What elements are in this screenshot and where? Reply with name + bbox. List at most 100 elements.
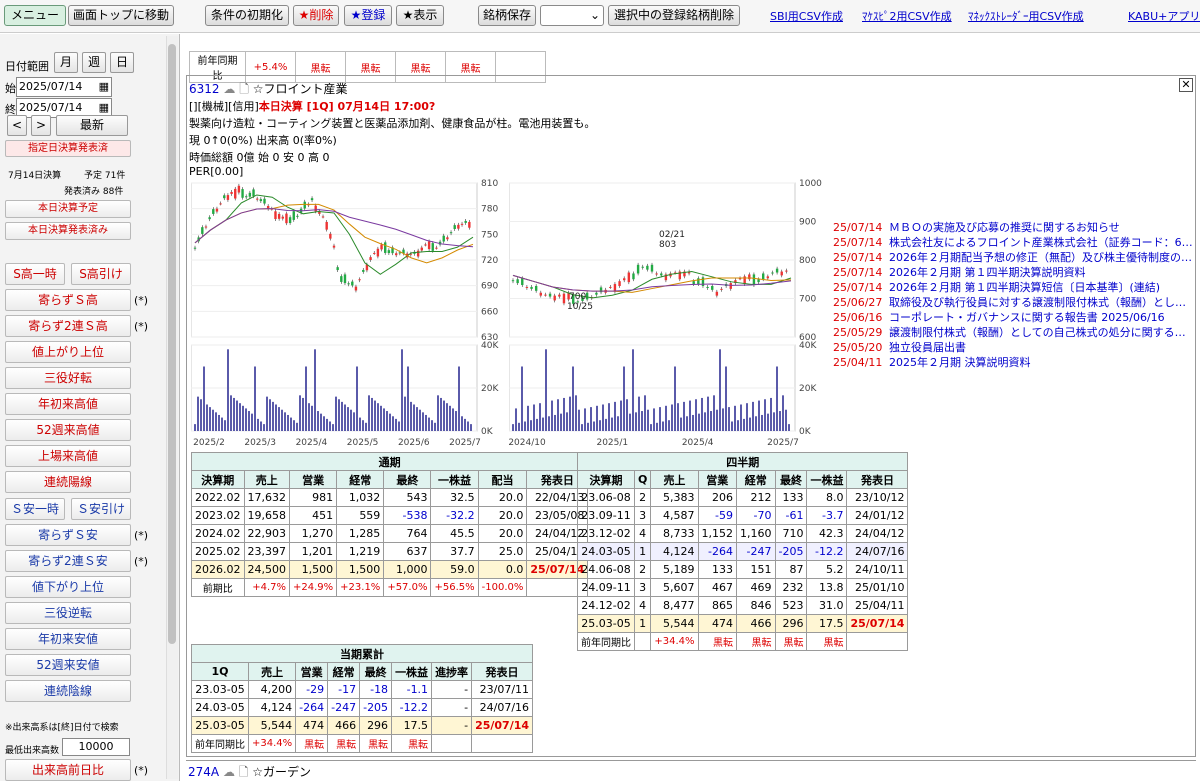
list-item[interactable]: 寄らずＳ安	[5, 524, 131, 546]
month-button[interactable]: 月	[54, 52, 78, 73]
news-item[interactable]: 25/07/14 2026年２月期 第１四半期決算説明資料	[833, 264, 1193, 279]
news-title[interactable]: 取締役及び執行役員に対する譲渡制限付株式（報酬）とし…	[889, 296, 1186, 309]
monex-csv-link[interactable]: ﾏﾈｯｸｽﾄﾚｰﾀﾞｰ用CSV作成	[968, 8, 1084, 24]
latest-button[interactable]: 最新	[56, 115, 128, 136]
next-stock-code[interactable]: 274A	[188, 765, 219, 779]
list-item[interactable]: 連続陰線	[5, 680, 131, 702]
list-item[interactable]: 寄らず2連Ｓ高	[5, 315, 131, 337]
list-item[interactable]: 年初来高値	[5, 393, 131, 415]
s-high-close-button[interactable]: S高引け	[71, 263, 131, 285]
news-title[interactable]: 譲渡制限付株式（報酬）としての自己株式の処分に関する…	[889, 326, 1186, 339]
news-title[interactable]: 2026年２月期配当予想の修正（無配）及び株主優待制度の…	[889, 251, 1192, 264]
delete-selected-button[interactable]: 選択中の登録銘柄削除	[608, 5, 740, 26]
news-item[interactable]: 25/04/11 2025年２月期 決算説明資料	[833, 354, 1193, 369]
close-icon[interactable]: ✕	[1179, 78, 1193, 92]
volume-bar	[197, 396, 199, 431]
list-item[interactable]: 寄らずＳ高	[5, 289, 131, 311]
volume-bar	[389, 413, 391, 431]
list-item[interactable]: 年初来安値	[5, 628, 131, 650]
y-tick-label: 0K	[799, 427, 812, 437]
candle	[358, 279, 361, 281]
candle	[641, 266, 644, 268]
start-date-input[interactable]: 2025/07/14 ▦	[16, 77, 112, 97]
stock-code[interactable]: 6312	[189, 82, 220, 96]
reset-conditions-button[interactable]: 条件の初期化	[205, 5, 289, 26]
news-item[interactable]: 25/07/14 2026年２月期 第１四半期決算短信〔日本基準〕(連結)	[833, 279, 1193, 294]
volume-bar	[431, 420, 433, 431]
news-title[interactable]: ＭＢＯの実施及び応募の推奨に関するお知らせ	[889, 221, 1120, 234]
candle	[373, 252, 376, 254]
show-button[interactable]: ★表示	[396, 5, 444, 26]
table-row: 24.12-02 4 8,477 865 846 523 31.0 25/04/11	[577, 596, 909, 615]
table-cell: 1,285	[336, 524, 385, 543]
week-button[interactable]: 週	[82, 52, 106, 73]
news-item[interactable]: 25/07/14 2026年２月期配当予想の修正（無配）及び株主優待制度の…	[833, 249, 1193, 264]
document-icon[interactable]: 🗋	[239, 82, 249, 96]
y-tick-label: 1000	[799, 179, 822, 189]
specified-date-button[interactable]: 指定日決算発表済	[5, 140, 131, 157]
prev-button[interactable]: <	[7, 115, 27, 136]
sbi-csv-link[interactable]: SBI用CSV作成	[770, 8, 843, 24]
cloud-icon[interactable]: ☁	[223, 765, 235, 779]
volume-bar	[521, 366, 523, 431]
news-item[interactable]: 25/06/16 コーポレート・ガバナンスに関する報告書 2025/06/16	[833, 309, 1193, 324]
go-top-button[interactable]: 画面トップに移動	[68, 5, 174, 26]
candle	[460, 223, 464, 225]
register-button[interactable]: ★登録	[344, 5, 392, 26]
delete-button[interactable]: ★削除	[293, 5, 339, 26]
candle	[369, 257, 372, 260]
save-stocks-button[interactable]: 銘柄保存	[478, 5, 536, 26]
list-item[interactable]: 値上がり上位	[5, 341, 131, 363]
stock-list-select[interactable]: ⌄	[540, 5, 604, 26]
next-button[interactable]: >	[31, 115, 51, 136]
marketspeed-csv-link[interactable]: ﾏｹｽﾋﾟ2用CSV作成	[862, 8, 952, 24]
candle	[655, 273, 658, 275]
news-title[interactable]: 2026年２月期 第１四半期決算説明資料	[889, 266, 1086, 279]
news-title[interactable]: 株式会社友によるフロイント産業株式会社（証券コード：6…	[889, 236, 1193, 249]
volume-bar	[452, 408, 454, 431]
list-item[interactable]: 寄らず2連Ｓ安	[5, 550, 131, 572]
candle	[329, 233, 332, 239]
chart-annotation: 02/21	[659, 230, 685, 240]
min-volume-input[interactable]: 10000	[62, 738, 130, 756]
volume-ratio-button[interactable]: 出来高前日比	[5, 759, 131, 781]
news-item[interactable]: 25/07/14 ＭＢＯの実施及び応募の推奨に関するお知らせ	[833, 219, 1193, 234]
ratio-row: 前期比 +4.7% +24.9% +23.1% +57.0% +56.5% -100.0%	[191, 578, 589, 597]
s-high-intraday-button[interactable]: S高一時	[5, 263, 65, 285]
table-cell: 5.2	[806, 560, 848, 579]
x-tick-label: 2024/10	[509, 438, 546, 448]
list-item[interactable]: 値下がり上位	[5, 576, 131, 598]
candle	[193, 247, 197, 249]
list-item[interactable]: 三役逆転	[5, 602, 131, 624]
list-item[interactable]: 連続陽線	[5, 471, 131, 493]
list-item[interactable]: 上場来高値	[5, 445, 131, 467]
news-item[interactable]: 25/07/14 株式会社友によるフロイント産業株式会社（証券コード：6…	[833, 234, 1193, 249]
kabuplus-link[interactable]: KABU+アプリ	[1128, 8, 1200, 24]
volume-bar	[644, 395, 646, 431]
volume-bar	[785, 409, 787, 431]
news-title[interactable]: 2025年２月期 決算説明資料	[889, 356, 1031, 369]
day-button[interactable]: 日	[110, 52, 134, 73]
table-cell: -	[431, 716, 473, 735]
document-icon[interactable]: 🗋	[239, 765, 249, 779]
scrollbar-thumb[interactable]	[168, 44, 176, 644]
candle	[457, 224, 460, 229]
news-item[interactable]: 25/06/27 取締役及び執行役員に対する譲渡制限付株式（報酬）とし…	[833, 294, 1193, 309]
list-item[interactable]: 三役好転	[5, 367, 131, 389]
today-done-button[interactable]: 本日決算発表済み	[5, 222, 131, 240]
volume-bar	[386, 411, 388, 431]
list-item[interactable]: 52週来安値	[5, 654, 131, 676]
today-plan-button[interactable]: 本日決算予定	[5, 200, 131, 218]
news-item[interactable]: 25/05/20 独立役員届出書	[833, 339, 1193, 354]
s-low-close-button[interactable]: Ｓ安引け	[71, 498, 131, 520]
news-title[interactable]: コーポレート・ガバナンスに関する報告書 2025/06/16	[889, 311, 1165, 324]
menu-button[interactable]: メニュー	[4, 5, 66, 26]
news-title[interactable]: 2026年２月期 第１四半期決算短信〔日本基準〕(連結)	[889, 281, 1160, 294]
s-low-intraday-button[interactable]: Ｓ安一時	[5, 498, 65, 520]
candle	[226, 195, 230, 200]
list-item[interactable]: 52週来高値	[5, 419, 131, 441]
news-title[interactable]: 独立役員届出書	[889, 341, 966, 354]
volume-bar	[200, 399, 202, 431]
cloud-icon[interactable]: ☁	[223, 82, 235, 96]
news-item[interactable]: 25/05/29 譲渡制限付株式（報酬）としての自己株式の処分に関する…	[833, 324, 1193, 339]
